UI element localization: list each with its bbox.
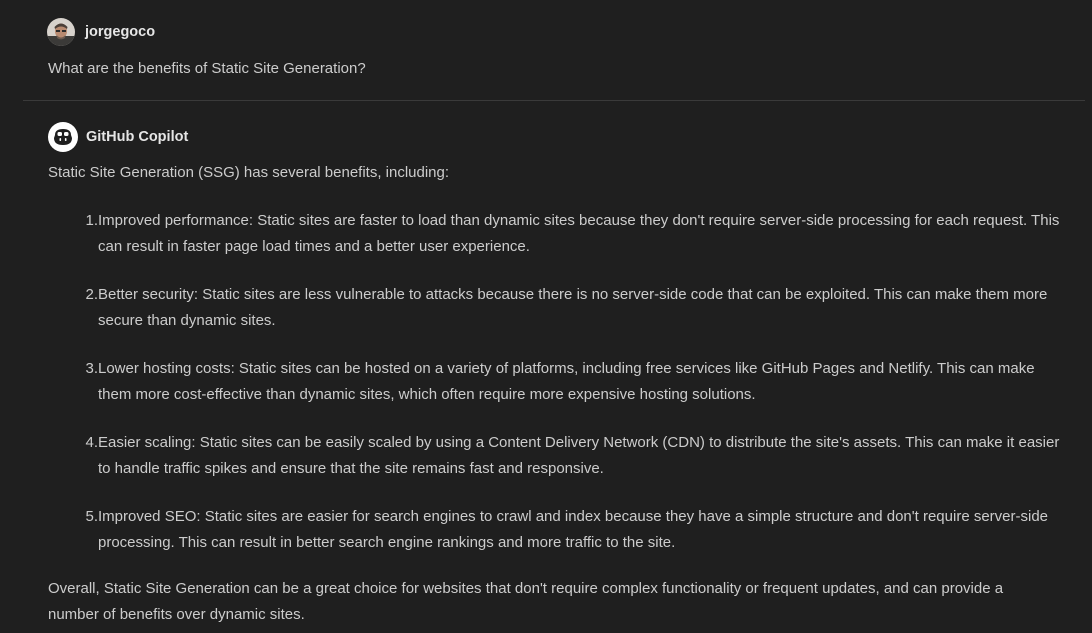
- message-divider: [23, 100, 1085, 101]
- user-message-header: jorgegoco: [47, 18, 155, 46]
- copilot-icon: [54, 129, 72, 145]
- list-item-text: Improved performance: Static sites are f…: [98, 212, 1060, 255]
- answer-conclusion: Overall, Static Site Generation can be a…: [48, 580, 1004, 623]
- user-name: jorgegoco: [85, 24, 156, 40]
- list-item-number: 1.: [85, 212, 98, 229]
- benefits-list: 1. Improved performance: Static sites ar…: [80, 208, 1065, 578]
- copilot-avatar[interactable]: [48, 122, 78, 152]
- list-item: 3. Lower hosting costs: Static sites can…: [80, 356, 1065, 408]
- list-item: 4. Easier scaling: Static sites can be e…: [80, 430, 1065, 482]
- answer-intro: Static Site Generation (SSG) has several…: [48, 164, 450, 181]
- list-item: 1. Improved performance: Static sites ar…: [80, 208, 1065, 260]
- user-question: What are the benefits of Static Site Gen…: [48, 60, 366, 77]
- list-item-text: Lower hosting costs: Static sites can be…: [98, 360, 1035, 403]
- list-item-number: 3.: [85, 360, 98, 377]
- list-item-number: 4.: [85, 434, 98, 451]
- list-item-number: 2.: [85, 286, 98, 303]
- list-item-text: Easier scaling: Static sites can be easi…: [98, 434, 1060, 477]
- list-item-text: Improved SEO: Static sites are easier fo…: [98, 508, 1049, 551]
- list-item: 2. Better security: Static sites are les…: [80, 282, 1065, 334]
- list-item-text: Better security: Static sites are less v…: [98, 286, 1048, 329]
- assistant-name: GitHub Copilot: [86, 129, 189, 145]
- assistant-message-header: GitHub Copilot: [48, 122, 188, 152]
- user-avatar[interactable]: [47, 18, 75, 46]
- list-item: 5. Improved SEO: Static sites are easier…: [80, 504, 1065, 556]
- list-item-number: 5.: [85, 508, 98, 525]
- user-avatar-photo-icon: [47, 18, 75, 46]
